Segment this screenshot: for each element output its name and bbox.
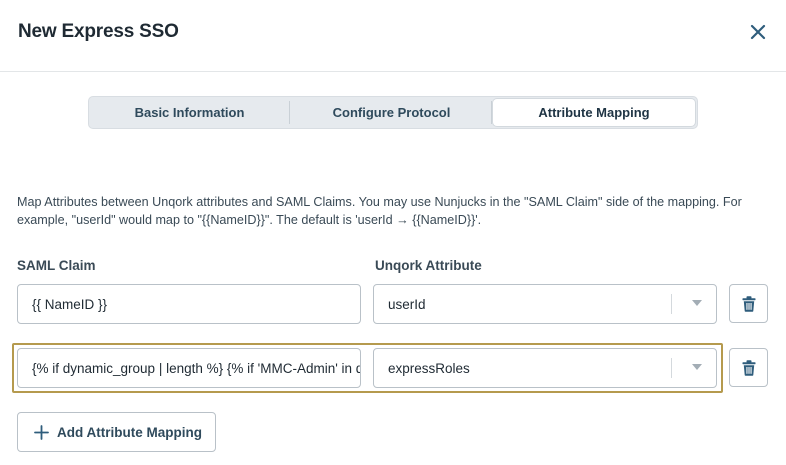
unqork-attribute-select[interactable]: expressRoles xyxy=(373,348,717,388)
trash-icon xyxy=(742,359,755,376)
saml-claim-input[interactable]: {{ NameID }} xyxy=(17,284,361,324)
select-divider xyxy=(671,294,672,314)
tab-divider xyxy=(491,101,492,124)
plus-icon xyxy=(34,424,49,440)
dialog-header: New Express SSO xyxy=(0,0,786,72)
tab-configure-protocol[interactable]: Configure Protocol xyxy=(290,97,493,128)
delete-mapping-button[interactable] xyxy=(729,348,768,387)
add-attribute-mapping-button[interactable]: Add Attribute Mapping xyxy=(17,412,216,452)
saml-claim-input[interactable]: {% if dynamic_group | length %} {% if 'M… xyxy=(17,348,361,388)
delete-mapping-button[interactable] xyxy=(729,284,768,323)
tab-bar: Basic Information Configure Protocol Att… xyxy=(88,96,698,129)
close-button[interactable] xyxy=(746,20,770,44)
close-icon[interactable] xyxy=(750,24,766,40)
select-divider xyxy=(671,358,672,378)
select-value: expressRoles xyxy=(388,360,470,376)
mapping-description: Map Attributes between Unqork attributes… xyxy=(17,195,742,227)
dialog-title: New Express SSO xyxy=(18,21,179,42)
saml-claim-label: SAML Claim xyxy=(17,258,96,273)
chevron-down-icon[interactable] xyxy=(692,300,702,306)
trash-icon xyxy=(742,295,755,312)
add-attribute-mapping-label: Add Attribute Mapping xyxy=(57,424,202,440)
chevron-down-icon[interactable] xyxy=(692,364,702,370)
tab-attribute-mapping[interactable]: Attribute Mapping xyxy=(493,99,695,126)
tab-basic-information[interactable]: Basic Information xyxy=(89,97,290,128)
unqork-attribute-select[interactable]: userId xyxy=(373,284,717,324)
unqork-attribute-label: Unqork Attribute xyxy=(375,258,482,273)
select-value: userId xyxy=(388,296,426,312)
